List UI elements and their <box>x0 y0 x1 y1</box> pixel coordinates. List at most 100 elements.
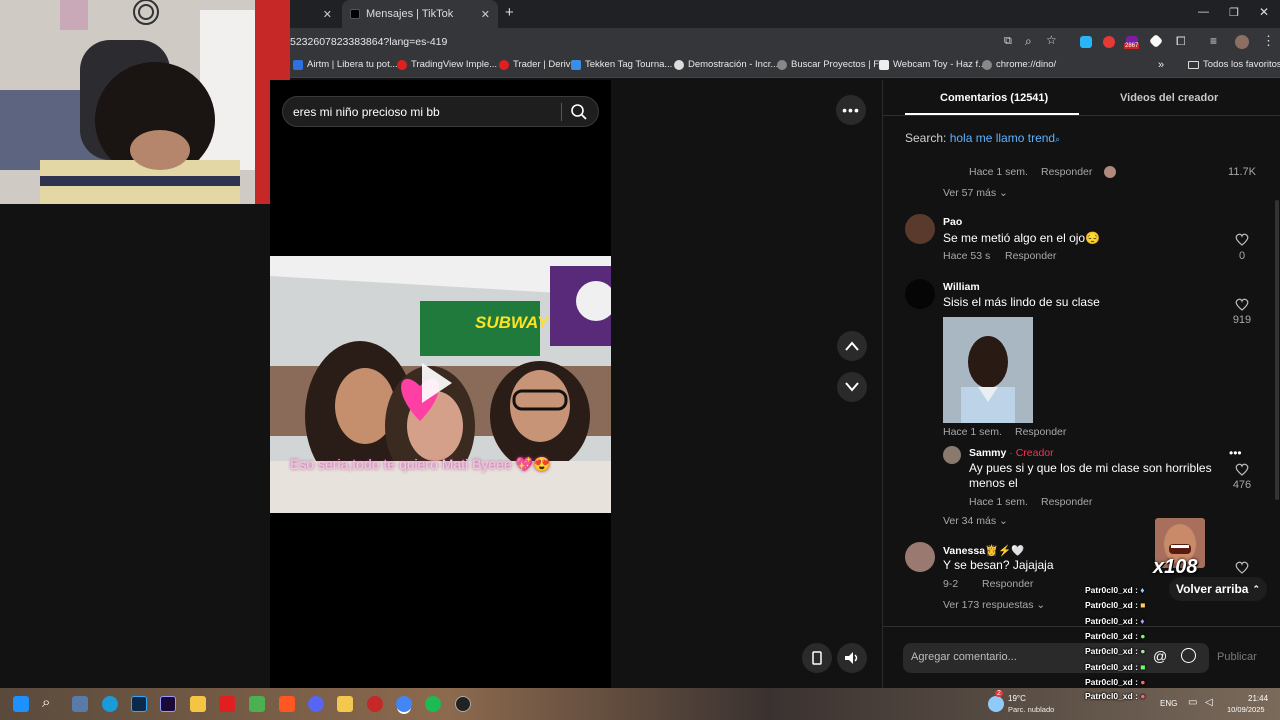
speaker-icon[interactable]: ◁ <box>1205 697 1213 708</box>
star-icon[interactable]: ☆ <box>1046 33 1057 47</box>
search-suggestion: Search: hola me llamo trend⌕ <box>905 131 1060 145</box>
network-icon[interactable]: ▭ <box>1188 697 1197 708</box>
brave-icon[interactable] <box>279 696 295 712</box>
minimize-icon[interactable]: — <box>1198 6 1209 18</box>
extension-icon[interactable] <box>1103 36 1115 48</box>
next-video-button[interactable] <box>837 372 867 402</box>
all-favorites-folder[interactable]: Todos los favoritos <box>1188 59 1280 70</box>
bookmark-item[interactable]: Webcam Toy - Haz f... <box>879 59 986 70</box>
comment-time: Hace 1 sem. <box>943 426 1002 438</box>
browser-tab-active[interactable]: Mensajes | TikTok ✕ <box>342 0 498 28</box>
chrome-icon[interactable] <box>396 696 412 712</box>
more-bookmarks-button[interactable]: » <box>1158 59 1164 71</box>
deriv-icon[interactable] <box>219 696 235 712</box>
tab-creator-videos[interactable]: Videos del creador <box>1120 92 1218 104</box>
reply-button[interactable]: Responder <box>1041 496 1092 508</box>
heart-icon[interactable] <box>1235 298 1249 311</box>
discord-icon[interactable] <box>308 696 324 712</box>
bookmark-item[interactable]: Airtm | Libera tu pot... <box>293 59 398 70</box>
heart-icon[interactable] <box>1235 561 1249 574</box>
back-to-top-button[interactable]: Volver arriba ⌃ <box>1169 577 1267 601</box>
reply-button[interactable]: Responder <box>1015 426 1066 438</box>
bookmark-item[interactable]: TradingView Imple... <box>397 59 497 70</box>
view-more-replies[interactable]: Ver 173 respuestas ⌄ <box>943 599 1045 611</box>
view-more-replies[interactable]: Ver 57 más ⌄ <box>943 187 1008 199</box>
picture-in-picture-button[interactable] <box>802 643 832 673</box>
heart-icon[interactable] <box>1235 233 1249 246</box>
globe-icon <box>982 59 992 70</box>
opera-icon[interactable] <box>367 696 383 712</box>
bookmark-item[interactable]: Tekken Tag Tourna... <box>571 59 672 70</box>
more-options-button[interactable]: ••• <box>836 95 866 125</box>
avatar[interactable] <box>905 279 935 309</box>
extension-icon[interactable] <box>1080 36 1092 48</box>
volume-button[interactable] <box>837 643 867 673</box>
play-icon[interactable] <box>422 363 452 403</box>
clock-time[interactable]: 21:44 <box>1248 694 1268 703</box>
clock-date[interactable]: 10/09/2025 <box>1227 705 1265 714</box>
bookmark-item[interactable]: Trader | Deriv <box>499 59 571 70</box>
avatar[interactable] <box>943 446 961 464</box>
bookmark-item[interactable]: Demostración - Incr... <box>674 59 778 70</box>
heart-icon[interactable] <box>1235 463 1249 476</box>
menu-kebab-icon[interactable]: ⋮ <box>1262 33 1275 49</box>
search-icon[interactable]: ⌕ <box>1055 134 1060 144</box>
url-field[interactable]: 5232607823383864?lang=es-419 <box>290 36 447 48</box>
premiere-icon[interactable] <box>160 696 176 712</box>
edge-icon[interactable] <box>102 696 118 712</box>
comment-username[interactable]: Vanessa👸⚡🤍 <box>943 544 1024 557</box>
tab-comments[interactable]: Comentarios (12541) <box>940 92 1048 104</box>
previous-video-button[interactable] <box>837 331 867 361</box>
obs-icon[interactable] <box>455 696 471 712</box>
reply-button[interactable]: Responder <box>1041 166 1092 178</box>
close-tab-icon[interactable]: ✕ <box>481 8 490 21</box>
bookmark-item[interactable]: Buscar Proyectos | F... <box>777 59 886 70</box>
more-horizontal-icon[interactable]: ••• <box>1229 446 1242 460</box>
avatar[interactable] <box>905 542 935 572</box>
video-frame[interactable]: SUBWAY Eso seria,todo te quiero Mati Bye… <box>270 256 611 513</box>
tab-title: Mensajes | TikTok <box>366 8 454 20</box>
search-icon[interactable] <box>570 103 588 121</box>
chat-emote-icon: ● <box>1140 691 1146 701</box>
comments-panel: Comentarios (12541) Videos del creador S… <box>882 80 1280 688</box>
video-search-bar[interactable]: eres mi niño precioso mi bb <box>282 96 599 127</box>
emoji-icon[interactable] <box>1181 648 1196 663</box>
weather-icon[interactable] <box>988 696 1004 712</box>
spotify-icon[interactable] <box>425 696 441 712</box>
view-more-replies[interactable]: Ver 34 más ⌄ <box>943 515 1008 527</box>
reply-button[interactable]: Responder <box>982 578 1033 590</box>
comment-username[interactable]: Sammy · Creador <box>969 447 1054 459</box>
language-indicator[interactable]: ENG <box>1160 699 1177 708</box>
bookmark-item[interactable]: chrome://dino/ <box>982 59 1056 70</box>
avatar[interactable] <box>905 214 935 244</box>
puzzle-icon[interactable]: ⧠ <box>1176 34 1186 49</box>
close-tab-icon[interactable]: ✕ <box>323 8 332 21</box>
window-close-icon[interactable]: ✕ <box>1259 5 1269 19</box>
browser-tab[interactable]: ✕ <box>290 0 340 28</box>
scrollbar[interactable] <box>1275 200 1279 500</box>
publish-button[interactable]: Publicar <box>1217 651 1257 663</box>
extension-icon[interactable] <box>1148 33 1164 49</box>
install-icon[interactable]: ⧉ <box>1004 35 1012 48</box>
mention-icon[interactable]: @ <box>1153 648 1167 664</box>
comment-username[interactable]: William <box>943 281 980 293</box>
profile-avatar[interactable] <box>1235 35 1249 49</box>
new-tab-button[interactable]: + <box>505 4 514 21</box>
windows-start-icon[interactable] <box>13 696 29 712</box>
file-explorer-icon[interactable] <box>337 696 353 712</box>
photoshop-icon[interactable] <box>131 696 147 712</box>
zoom-icon[interactable]: ⌕ <box>1025 34 1032 49</box>
comment-username[interactable]: Pao <box>943 216 962 228</box>
store-icon[interactable] <box>190 696 206 712</box>
search-icon[interactable]: ⌕ <box>42 694 50 711</box>
reply-button[interactable]: Responder <box>1005 250 1056 262</box>
minecraft-icon[interactable] <box>249 696 265 712</box>
restore-icon[interactable]: ❐ <box>1229 6 1239 19</box>
task-view-icon[interactable] <box>72 696 88 712</box>
comment-input-placeholder[interactable]: Agregar comentario... <box>911 651 1017 663</box>
back-to-top-label: Volver arriba <box>1175 582 1249 596</box>
search-link[interactable]: hola me llamo trend <box>950 131 1055 145</box>
search-input[interactable]: eres mi niño precioso mi bb <box>293 105 440 119</box>
tab-search-icon[interactable]: ≡ <box>1210 34 1217 48</box>
comment-image[interactable] <box>943 317 1033 423</box>
